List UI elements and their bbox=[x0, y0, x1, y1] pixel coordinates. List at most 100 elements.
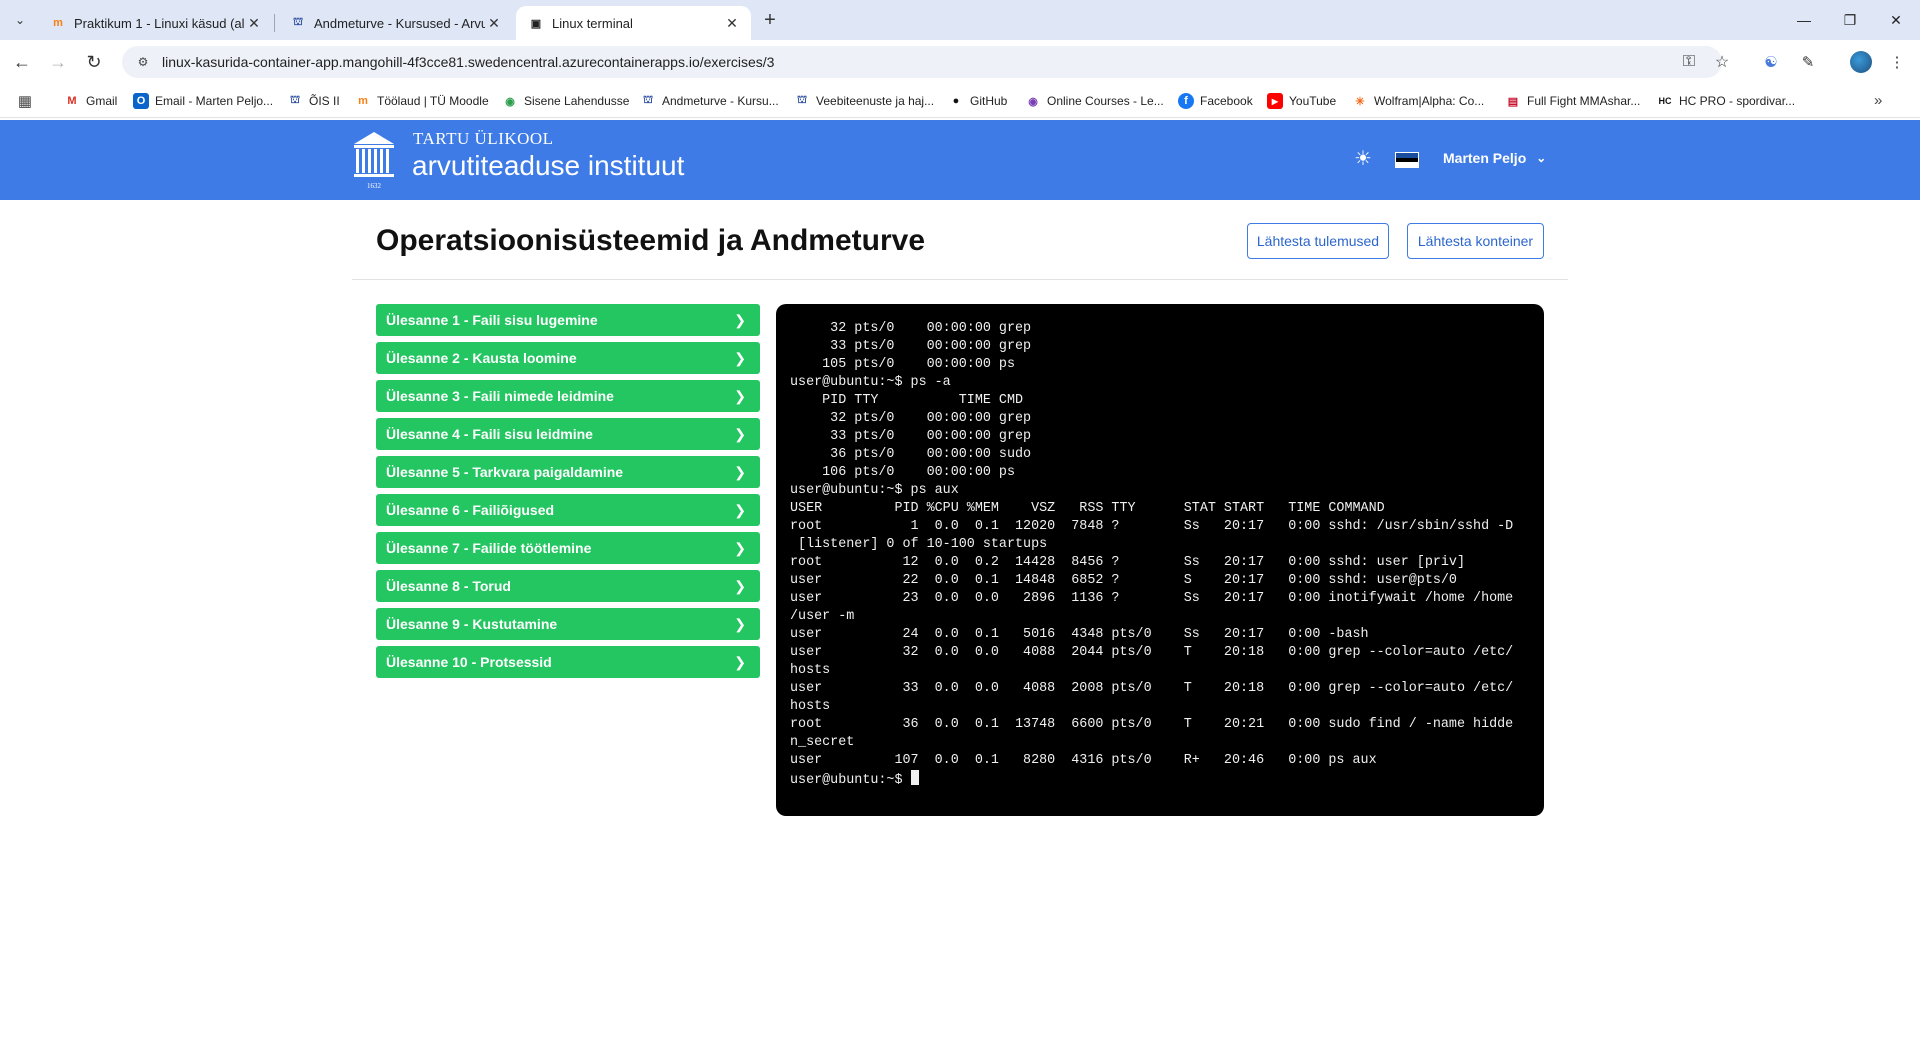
terminal-line: root 12 0.0 0.2 14428 8456 ? Ss 20:17 0:… bbox=[790, 555, 1465, 570]
sun-icon[interactable]: ☀ bbox=[1352, 147, 1374, 170]
back-icon[interactable]: ← bbox=[10, 50, 34, 74]
moodle-icon: m bbox=[358, 95, 368, 107]
terminal-prompt: user@ubuntu:~$ bbox=[790, 773, 911, 788]
estonian-flag-icon[interactable] bbox=[1395, 152, 1419, 168]
bookmark-veebiteenuste[interactable]: ⛫ Veebiteenuste ja haj... bbox=[794, 92, 934, 110]
chevron-right-icon: ❯ bbox=[734, 463, 746, 480]
institute-name[interactable]: arvutiteaduse instituut bbox=[412, 150, 684, 182]
bookmark-label: Facebook bbox=[1200, 94, 1253, 108]
terminal-line: user@ubuntu:~$ ps -a bbox=[790, 375, 951, 390]
tab-search-icon[interactable]: ⌄ bbox=[8, 8, 32, 32]
terminal-prompt-line[interactable]: user@ubuntu:~$ bbox=[790, 770, 1530, 790]
minimize-icon[interactable]: — bbox=[1792, 8, 1816, 32]
tab-separator bbox=[274, 14, 275, 32]
terminal-window[interactable]: 32 pts/0 00:00:00 grep 33 pts/0 00:00:00… bbox=[776, 304, 1544, 816]
bookmarks-bar: ▦ M Gmail O Email - Marten Peljo... ⛫ ÕI… bbox=[0, 84, 1920, 118]
facebook-icon: f bbox=[1178, 93, 1194, 109]
tab-praktikum[interactable]: m Praktikum 1 - Linuxi käsud (alam ✕ bbox=[38, 6, 273, 40]
bookmark-label: HC PRO - spordivar... bbox=[1679, 94, 1796, 108]
bookmark-moodle[interactable]: m Töölaud | TÜ Moodle bbox=[355, 92, 489, 110]
close-icon[interactable]: ✕ bbox=[723, 14, 741, 32]
terminal-line: user@ubuntu:~$ ps aux bbox=[790, 483, 959, 498]
bookmark-andmeturve[interactable]: ⛫ Andmeturve - Kursu... bbox=[640, 92, 779, 110]
close-window-icon[interactable]: ✕ bbox=[1884, 8, 1908, 32]
bookmark-mma[interactable]: ▤ Full Fight MMAshar... bbox=[1505, 92, 1641, 110]
university-icon: ⛫ bbox=[292, 16, 304, 28]
header-divider bbox=[352, 279, 1568, 280]
forward-icon[interactable]: → bbox=[46, 50, 70, 74]
exercise-item[interactable]: Ülesanne 9 - Kustutamine ❯ bbox=[376, 608, 760, 640]
bookmark-label: Online Courses - Le... bbox=[1047, 94, 1164, 108]
bookmark-hc-pro[interactable]: HC HC PRO - spordivar... bbox=[1657, 92, 1796, 110]
exercise-item[interactable]: Ülesanne 8 - Torud ❯ bbox=[376, 570, 760, 602]
courses-icon: ◉ bbox=[1028, 95, 1038, 108]
apps-grid-icon[interactable]: ▦ bbox=[16, 92, 34, 110]
exercise-label: Ülesanne 1 - Faili sisu lugemine bbox=[386, 312, 598, 328]
profile-avatar[interactable] bbox=[1850, 51, 1872, 73]
more-bookmarks-icon[interactable]: » bbox=[1874, 92, 1882, 109]
bookmark-wolfram[interactable]: ✳ Wolfram|Alpha: Co... bbox=[1352, 92, 1484, 110]
university-icon: ⛫ bbox=[289, 94, 301, 106]
exercise-item[interactable]: Ülesanne 3 - Faili nimede leidmine ❯ bbox=[376, 380, 760, 412]
terminal-line: user 32 0.0 0.0 4088 2044 pts/0 T 20:18 … bbox=[790, 645, 1514, 660]
terminal-line: user 24 0.0 0.1 5016 4348 pts/0 Ss 20:17… bbox=[790, 627, 1369, 642]
site-header: 1632 TARTU ÜLIKOOL arvutiteaduse institu… bbox=[0, 120, 1920, 200]
exercise-item[interactable]: Ülesanne 5 - Tarkvara paigaldamine ❯ bbox=[376, 456, 760, 488]
bookmark-label: Töölaud | TÜ Moodle bbox=[377, 94, 489, 108]
url-text[interactable]: linux-kasurida-container-app.mangohill-4… bbox=[162, 54, 774, 70]
extensions-icon[interactable]: ✎ bbox=[1796, 50, 1820, 74]
site-info-icon[interactable]: ⚙ bbox=[134, 53, 152, 71]
exercise-item[interactable]: Ülesanne 10 - Protsessid ❯ bbox=[376, 646, 760, 678]
reload-icon[interactable]: ↻ bbox=[82, 50, 106, 74]
exercise-list: Ülesanne 1 - Faili sisu lugemine ❯ Ülesan… bbox=[376, 304, 760, 684]
bookmark-star-icon[interactable]: ☆ bbox=[1710, 50, 1734, 74]
bookmark-ois[interactable]: ⛫ ÕIS II bbox=[287, 92, 340, 110]
bookmark-label: Andmeturve - Kursu... bbox=[662, 94, 779, 108]
address-bar[interactable]: ⚙ linux-kasurida-container-app.mangohill… bbox=[122, 46, 1722, 78]
university-logo[interactable]: 1632 bbox=[352, 130, 396, 192]
close-icon[interactable]: ✕ bbox=[485, 14, 503, 32]
page-title: Operatsioonisüsteemid ja Andmeturve bbox=[376, 224, 926, 257]
tab-title: Linux terminal bbox=[552, 15, 633, 31]
chevron-right-icon: ❯ bbox=[734, 501, 746, 518]
exercise-label: Ülesanne 9 - Kustutamine bbox=[386, 616, 558, 632]
chevron-right-icon: ❯ bbox=[734, 577, 746, 594]
password-key-icon[interactable]: ⚿ bbox=[1677, 50, 1701, 74]
tab-linux-terminal[interactable]: ▣ Linux terminal ✕ bbox=[516, 6, 751, 40]
restore-icon[interactable]: ❐ bbox=[1838, 8, 1862, 32]
bookmark-youtube[interactable]: ▶ YouTube bbox=[1267, 92, 1336, 110]
chevron-down-icon: ⌄ bbox=[1536, 151, 1547, 165]
translate-icon[interactable]: ☯ bbox=[1759, 50, 1783, 74]
user-menu[interactable]: Marten Peljo ⌄ bbox=[1443, 150, 1546, 166]
menu-dots-icon[interactable]: ⋮ bbox=[1885, 50, 1909, 74]
logo-year: 1632 bbox=[367, 182, 382, 190]
exercise-item[interactable]: Ülesanne 1 - Faili sisu lugemine ❯ bbox=[376, 304, 760, 336]
exercise-label: Ülesanne 8 - Torud bbox=[386, 578, 511, 594]
terminal-line: PID TTY TIME CMD bbox=[822, 393, 1024, 408]
bookmark-sisene[interactable]: ◉ Sisene Lahendusse bbox=[502, 92, 629, 110]
close-icon[interactable]: ✕ bbox=[245, 14, 263, 32]
terminal-line: user 33 0.0 0.0 4088 2008 pts/0 T 20:18 … bbox=[790, 681, 1514, 696]
bookmark-online-courses[interactable]: ◉ Online Courses - Le... bbox=[1025, 92, 1164, 110]
reset-results-button[interactable]: Lähtesta tulemused bbox=[1247, 223, 1389, 259]
terminal-cursor bbox=[910, 770, 919, 785]
reset-container-button[interactable]: Lähtesta konteiner bbox=[1407, 223, 1544, 259]
new-tab-button[interactable]: + bbox=[758, 8, 782, 32]
chevron-right-icon: ❯ bbox=[734, 349, 746, 366]
bookmark-github[interactable]: ● GitHub bbox=[948, 92, 1008, 110]
exercise-item[interactable]: Ülesanne 2 - Kausta loomine ❯ bbox=[376, 342, 760, 374]
tab-andmeturve[interactable]: ⛫ Andmeturve - Kursused - Arvuti ✕ bbox=[278, 6, 513, 40]
terminal-line: n_secret bbox=[790, 735, 855, 750]
bookmark-facebook[interactable]: f Facebook bbox=[1178, 92, 1253, 110]
terminal-line: user 107 0.0 0.1 8280 4316 pts/0 R+ 20:4… bbox=[790, 753, 1377, 768]
terminal-line: hosts bbox=[790, 663, 831, 678]
exercise-item[interactable]: Ülesanne 6 - Failiõigused ❯ bbox=[376, 494, 760, 526]
exercise-item[interactable]: Ülesanne 4 - Faili sisu leidmine ❯ bbox=[376, 418, 760, 450]
exercise-item[interactable]: Ülesanne 7 - Failide töötlemine ❯ bbox=[376, 532, 760, 564]
terminal-output: 32 pts/0 00:00:00 grep 33 pts/0 00:00:00… bbox=[790, 320, 1530, 770]
youtube-icon: ▶ bbox=[1267, 93, 1283, 109]
bookmark-gmail[interactable]: M Gmail bbox=[64, 92, 117, 110]
terminal-line: 105 pts/0 00:00:00 ps bbox=[822, 357, 1015, 372]
terminal-line: root 36 0.0 0.1 13748 6600 pts/0 T 20:21… bbox=[790, 717, 1514, 732]
bookmark-email[interactable]: O Email - Marten Peljo... bbox=[133, 92, 273, 110]
